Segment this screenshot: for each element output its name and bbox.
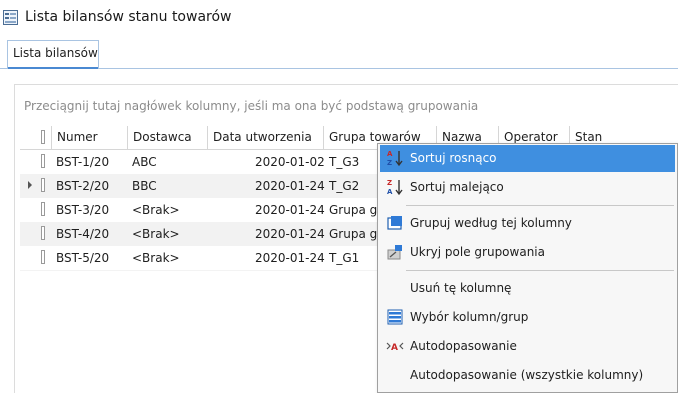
hide-group-panel-icon — [387, 245, 402, 260]
tab-label: Lista bilansów — [13, 46, 98, 60]
cell-data-utworzenia: 2020-01-24 — [255, 179, 325, 193]
cell-grupa-towarow: Grupa gł — [329, 203, 381, 217]
menu-item-label: Sortuj rosnąco — [410, 151, 497, 165]
cell-data-utworzenia: 2020-01-24 — [255, 203, 325, 217]
cell-numer: BST-2/20 — [56, 179, 110, 193]
menu-item-remove-column[interactable]: Usuń tę kolumnę — [380, 275, 675, 302]
cell-data-utworzenia: 2020-01-24 — [255, 227, 325, 241]
column-header-label: Numer — [57, 130, 98, 144]
cell-dostawca: <Brak> — [132, 203, 180, 217]
svg-text:Z: Z — [387, 179, 392, 187]
cell-numer: BST-4/20 — [56, 227, 110, 241]
select-all-checkbox[interactable] — [41, 130, 45, 144]
tab-strip — [0, 36, 678, 70]
menu-item-autofit[interactable]: A Autodopasowanie — [380, 333, 675, 360]
svg-text:Z: Z — [387, 159, 392, 167]
column-header-label: Nazwa — [442, 130, 482, 144]
cell-data-utworzenia: 2020-01-02 — [255, 155, 325, 169]
menu-item-label: Autodopasowanie — [410, 339, 517, 353]
column-header-label: Dostawca — [133, 130, 192, 144]
row-select-checkbox[interactable] — [41, 250, 45, 264]
column-header-label: Stan — [575, 130, 603, 144]
cell-dostawca: BBC — [132, 179, 157, 193]
cell-grupa-towarow: T_G2 — [329, 179, 360, 193]
menu-item-column-chooser[interactable]: Wybór kolumn/grup — [380, 304, 675, 331]
column-header-data-utworzenia[interactable]: Data utworzenia — [208, 126, 324, 150]
sort-ascending-icon: A Z — [387, 150, 403, 167]
sort-descending-icon: Z A — [387, 179, 403, 196]
menu-item-label: Ukryj pole grupowania — [410, 245, 545, 259]
row-select-checkbox[interactable] — [41, 226, 45, 240]
title-bar: Lista bilansów stanu towarów — [0, 0, 678, 36]
current-row-indicator-icon — [28, 181, 32, 189]
menu-item-label: Grupuj według tej kolumny — [410, 216, 572, 230]
column-header-selector[interactable] — [20, 126, 52, 150]
active-tab-indicator — [8, 67, 98, 69]
svg-text:A: A — [387, 150, 393, 158]
menu-item-label: Usuń tę kolumnę — [410, 281, 512, 295]
svg-text:A: A — [387, 188, 393, 196]
menu-item-group-by-column[interactable]: Grupuj według tej kolumny — [380, 210, 675, 237]
cell-dostawca: <Brak> — [132, 251, 180, 265]
tab-strip-divider — [0, 68, 678, 69]
column-header-label: Operator — [504, 130, 558, 144]
column-header-dostawca[interactable]: Dostawca — [128, 126, 208, 150]
svg-text:A: A — [391, 343, 398, 353]
tab-lista-bilansow[interactable]: Lista bilansów — [7, 40, 99, 69]
menu-item-label: Wybór kolumn/grup — [410, 310, 529, 324]
menu-item-autofit-all-columns[interactable]: Autodopasowanie (wszystkie kolumny) — [380, 362, 675, 389]
menu-item-label: Autodopasowanie (wszystkie kolumny) — [410, 368, 644, 382]
cell-grupa-towarow: T_G3 — [329, 155, 360, 169]
cell-numer: BST-5/20 — [56, 251, 110, 265]
document-list-icon — [3, 10, 18, 25]
cell-dostawca: <Brak> — [132, 227, 180, 241]
column-header-label: Grupa towarów — [329, 130, 421, 144]
cell-data-utworzenia: 2020-01-24 — [255, 251, 325, 265]
cell-grupa-towarow: Grupa gł — [329, 227, 381, 241]
menu-item-sort-ascending[interactable]: A Z Sortuj rosnąco — [380, 145, 675, 172]
row-select-checkbox[interactable] — [41, 154, 45, 168]
autofit-icon: A — [386, 342, 404, 353]
cell-numer: BST-3/20 — [56, 203, 110, 217]
menu-item-hide-group-panel[interactable]: Ukryj pole grupowania — [380, 239, 675, 266]
cell-numer: BST-1/20 — [56, 155, 110, 169]
group-by-drop-area[interactable]: Przeciągnij tutaj nagłówek kolumny, jeśl… — [24, 99, 478, 113]
cell-grupa-towarow: T_G1 — [329, 251, 360, 265]
row-select-checkbox[interactable] — [41, 202, 45, 216]
column-header-label: Data utworzenia — [213, 130, 312, 144]
menu-separator — [406, 205, 674, 206]
column-header-numer[interactable]: Numer — [52, 126, 128, 150]
menu-item-label: Sortuj malejąco — [410, 180, 504, 194]
group-by-column-icon — [387, 216, 402, 230]
menu-item-sort-descending[interactable]: Z A Sortuj malejąco — [380, 174, 675, 201]
row-select-checkbox[interactable] — [41, 178, 45, 192]
column-context-menu: A Z Sortuj rosnąco Z A Sortuj malejąco G… — [377, 143, 678, 393]
menu-separator — [406, 270, 674, 271]
cell-dostawca: ABC — [132, 155, 157, 169]
column-chooser-icon — [387, 309, 403, 325]
window-title: Lista bilansów stanu towarów — [25, 9, 232, 25]
